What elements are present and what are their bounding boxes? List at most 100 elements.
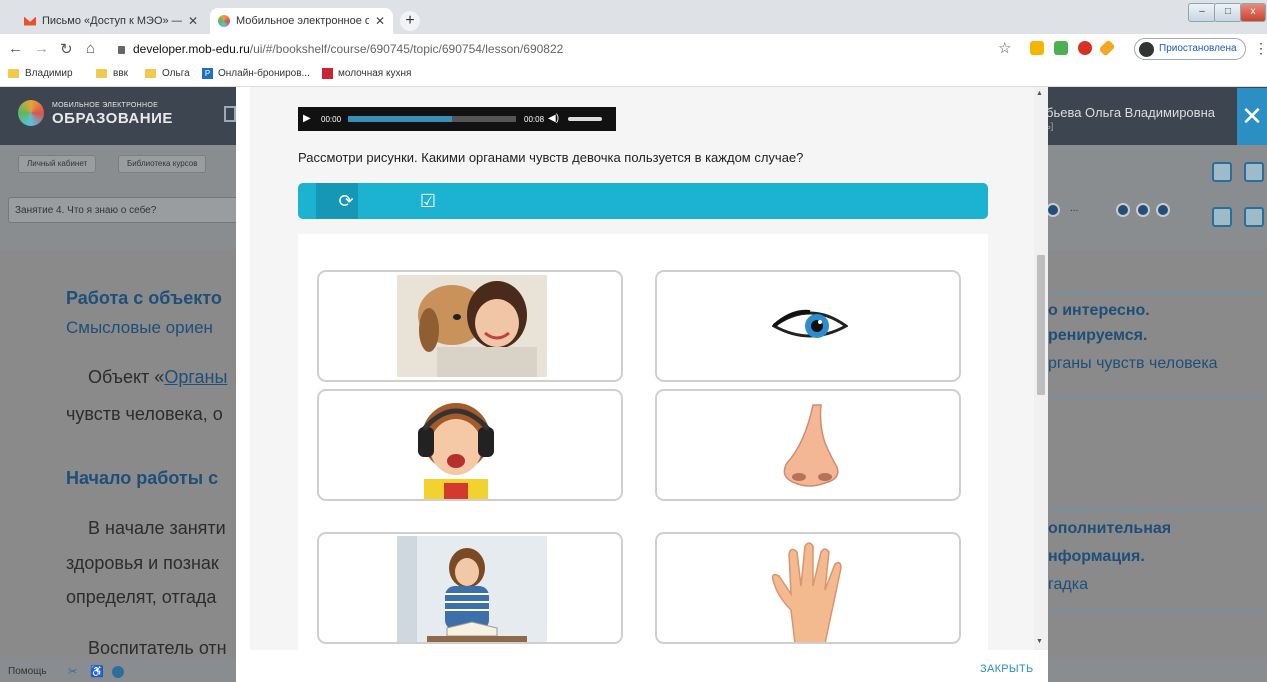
scrollbar-thumb[interactable] xyxy=(1037,255,1045,395)
close-tab-icon[interactable]: ✕ xyxy=(375,14,385,28)
grid-view-icon[interactable] xyxy=(1212,162,1232,182)
browser-tab-mail[interactable]: Письмо «Доступ к МЭО» — Ро ✕ xyxy=(16,8,206,34)
mail-icon xyxy=(24,16,36,26)
pager-dot[interactable] xyxy=(1116,203,1130,217)
logo-text-small: МОБИЛЬНОЕ ЭЛЕКТРОННОЕ xyxy=(52,102,159,109)
accessibility-icon[interactable]: ♿ xyxy=(90,665,104,678)
menu-kebab-icon[interactable]: ⋮ xyxy=(1254,40,1267,57)
bookmark-label: Ольга xyxy=(162,68,190,79)
new-tab-button[interactable]: + xyxy=(400,11,420,31)
lesson-selector[interactable]: Занятие 4. Что я знаю о себе? xyxy=(8,197,238,223)
volume-icon[interactable]: ◀) xyxy=(548,113,559,124)
url-path: /ui/#/bookshelf/course/690745/topic/6907… xyxy=(249,42,564,56)
folder-icon xyxy=(8,69,19,78)
paragraph: чувств человека, о xyxy=(66,404,223,424)
reset-button[interactable]: ⟳ xyxy=(316,183,376,219)
maximize-button[interactable]: □ xyxy=(1214,3,1242,22)
pager-ellipsis: ... xyxy=(1070,203,1079,214)
minimize-button[interactable]: – xyxy=(1188,3,1216,22)
volume-slider[interactable] xyxy=(568,117,602,121)
bookmark-label: Владимир xyxy=(25,68,73,79)
close-button[interactable]: ЗАКРЫТЬ xyxy=(980,663,1034,675)
site-close-button[interactable]: ✕ xyxy=(1237,88,1267,145)
avatar xyxy=(1139,42,1154,57)
url-host: developer.mob-edu.ru xyxy=(133,42,250,56)
chat-icon[interactable] xyxy=(1244,207,1264,227)
girl-reading-image xyxy=(397,536,547,642)
forward-arrow-icon[interactable]: → xyxy=(34,40,49,57)
profile-button[interactable]: Приостановлена xyxy=(1134,38,1246,60)
pager-dot[interactable] xyxy=(1156,203,1170,217)
logo-text: ОБРАЗОВАНИЕ xyxy=(52,110,173,127)
side-heading: о интересно. xyxy=(1048,302,1150,319)
audio-progress-fill xyxy=(348,116,453,122)
audio-player: ▶ 00:00 00:08 ◀) xyxy=(298,107,616,131)
play-icon[interactable]: ▶ xyxy=(303,113,311,124)
book-icon[interactable] xyxy=(224,106,236,122)
tools-icon[interactable]: ✂ xyxy=(68,665,77,678)
home-icon[interactable]: ⌂ xyxy=(86,40,95,57)
bookmark-item[interactable]: Владимир xyxy=(8,68,73,79)
extension-icon[interactable] xyxy=(1054,41,1068,55)
scroll-down-icon[interactable]: ▼ xyxy=(1036,638,1043,645)
bookmark-item[interactable]: ввк xyxy=(96,68,128,79)
bookmarks-bar xyxy=(0,64,1267,87)
extension-icon[interactable] xyxy=(1078,41,1092,55)
info-icon[interactable] xyxy=(112,666,124,678)
object-link[interactable]: Органы xyxy=(164,367,227,387)
logo-mark-icon xyxy=(18,100,44,126)
pager-dot[interactable] xyxy=(1136,203,1150,217)
picture-card-girl-reading[interactable] xyxy=(317,532,623,644)
breadcrumb-item[interactable]: Личный кабинет xyxy=(18,155,97,173)
paragraph: В начале заняти xyxy=(88,518,226,538)
bookmark-item[interactable]: молочная кухня xyxy=(322,68,411,79)
divider xyxy=(1046,610,1262,611)
side-link[interactable]: гадка xyxy=(1048,576,1088,594)
extension-icon[interactable] xyxy=(1030,41,1044,55)
bookmark-item[interactable]: P Онлайн-брониров... xyxy=(202,68,310,79)
paragraph: определят, отгада xyxy=(66,587,217,607)
picture-card-nose[interactable] xyxy=(655,389,961,501)
table-icon[interactable] xyxy=(1212,207,1232,227)
eye-image xyxy=(772,309,848,338)
browser-tab-active[interactable]: Мобильное электронное обра ✕ xyxy=(210,8,393,34)
check-button[interactable]: ☑ xyxy=(398,183,458,219)
folder-icon xyxy=(145,69,156,78)
p-site-icon: P xyxy=(202,68,213,79)
picture-card-girl-with-dog[interactable] xyxy=(317,270,623,382)
paragraph: здоровья и познак xyxy=(66,553,219,573)
reload-icon[interactable]: ↻ xyxy=(60,40,73,58)
bookmark-label: ввк xyxy=(113,68,128,79)
breadcrumb-item[interactable]: Библиотека курсов xyxy=(118,155,207,173)
back-arrow-icon[interactable]: ← xyxy=(8,40,23,57)
paragraph: Объект «Органы xyxy=(88,367,228,387)
close-tab-icon[interactable]: ✕ xyxy=(188,14,198,28)
girl-with-dog-image xyxy=(397,275,547,377)
bookmark-star-icon[interactable]: ☆ xyxy=(998,39,1011,57)
hand-image xyxy=(771,542,842,642)
audio-progress-track[interactable] xyxy=(348,116,516,122)
picture-card-girl-with-headphones[interactable] xyxy=(317,389,623,501)
divider xyxy=(1046,509,1262,510)
help-link[interactable]: Помощь xyxy=(8,666,47,677)
address-bar[interactable]: developer.mob-edu.ru/ui/#/bookshelf/cour… xyxy=(118,38,978,60)
bookmark-label: Онлайн-брониров... xyxy=(218,68,310,79)
picture-card-hand[interactable] xyxy=(655,532,961,644)
panel-view-icon[interactable] xyxy=(1244,162,1264,182)
side-heading: нформация. xyxy=(1048,548,1145,565)
section-heading: Начало работы с xyxy=(66,468,219,488)
paragraph: Воспитатель отн xyxy=(88,638,227,658)
lock-icon xyxy=(118,46,125,54)
bookmark-item[interactable]: Ольга xyxy=(145,68,190,79)
exercise-question: Рассмотри рисунки. Какими органами чувст… xyxy=(298,150,804,165)
bookmark-label: молочная кухня xyxy=(338,68,412,79)
scroll-up-icon[interactable]: ▲ xyxy=(1036,90,1043,97)
profile-status: Приостановлена xyxy=(1159,43,1237,54)
user-name[interactable]: бьева Ольга Владимировна xyxy=(1046,105,1215,120)
picture-card-eye[interactable] xyxy=(655,270,961,382)
section-heading: Работа с объекто xyxy=(66,288,222,308)
site-favicon-icon xyxy=(218,15,230,27)
side-link[interactable]: рганы чувств человека xyxy=(1048,355,1218,373)
pager-dot[interactable] xyxy=(1046,203,1060,217)
close-window-button[interactable]: x xyxy=(1240,3,1266,22)
